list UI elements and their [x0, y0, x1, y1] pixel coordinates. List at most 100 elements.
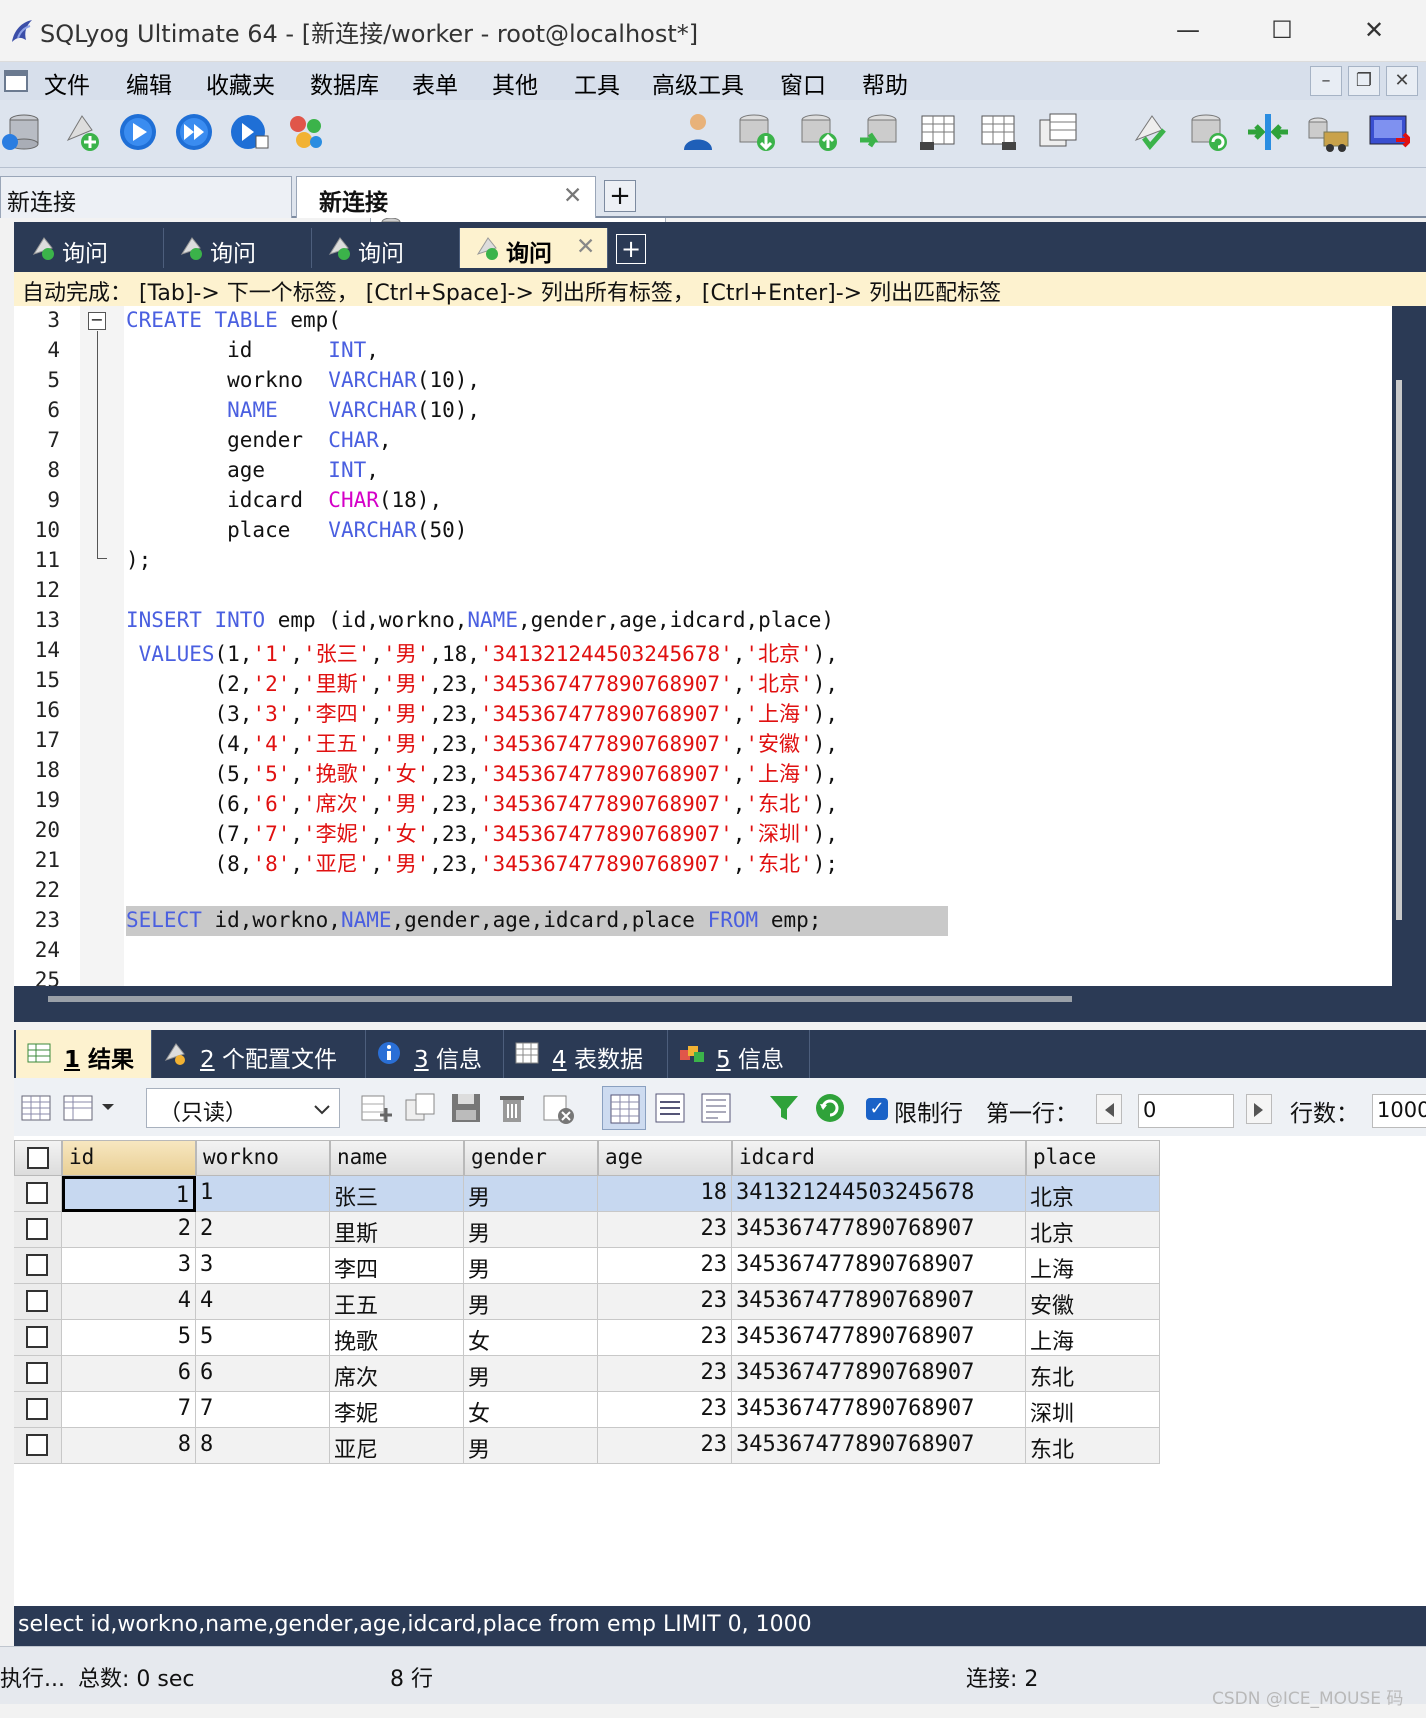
code-line[interactable]: (8,'8','亚尼','男',23,'345367477890768907',…	[126, 848, 838, 878]
menu-edit[interactable]: 编辑	[126, 66, 172, 100]
grid-cell-place[interactable]: 北京	[1026, 1176, 1160, 1212]
grid-cell-gender[interactable]: 男	[464, 1428, 598, 1464]
grid-cell-age[interactable]: 23	[598, 1392, 732, 1428]
grid-cell-name[interactable]: 席次	[330, 1356, 464, 1392]
menu-table[interactable]: 表单	[412, 66, 458, 100]
menu-advanced-tools[interactable]: 高级工具	[652, 66, 744, 100]
grid-cell-place[interactable]: 深圳	[1026, 1392, 1160, 1428]
row-selector[interactable]	[14, 1320, 62, 1356]
code-line[interactable]: CREATE TABLE emp(	[126, 308, 341, 332]
minimize-button[interactable]: —	[1162, 10, 1214, 50]
row-selector[interactable]	[14, 1428, 62, 1464]
result-tab[interactable]: 4 表数据	[504, 1030, 668, 1078]
code-line[interactable]: gender CHAR,	[126, 428, 391, 452]
execute-all-icon[interactable]	[172, 110, 216, 154]
code-line[interactable]: id INT,	[126, 338, 379, 362]
grid-cell-name[interactable]: 亚尼	[330, 1428, 464, 1464]
table-copy-icon[interactable]	[1036, 110, 1080, 154]
grid-cell-workno[interactable]: 7	[196, 1392, 330, 1428]
row-checkbox[interactable]	[26, 1398, 48, 1420]
close-tab-icon[interactable]: ✕	[563, 183, 582, 209]
menu-tools[interactable]: 工具	[574, 66, 620, 100]
row-count-input[interactable]: 1000	[1372, 1094, 1426, 1128]
menu-file[interactable]: 文件	[44, 66, 90, 100]
save-icon[interactable]	[448, 1090, 484, 1126]
grid-cell-gender[interactable]: 男	[464, 1212, 598, 1248]
grid-cell-age[interactable]: 23	[598, 1212, 732, 1248]
menu-help[interactable]: 帮助	[862, 66, 908, 100]
grid-cell-id[interactable]: 4	[62, 1284, 196, 1320]
sync-database-icon[interactable]	[1186, 110, 1230, 154]
grid-cell-gender[interactable]: 男	[464, 1356, 598, 1392]
row-selector[interactable]	[14, 1248, 62, 1284]
grid-cell-place[interactable]: 东北	[1026, 1356, 1160, 1392]
read-only-select[interactable]: （只读）	[146, 1088, 340, 1128]
sql-editor[interactable]: − 3 CREATE TABLE emp(4 id INT, 5 workno VA…	[14, 306, 1392, 986]
grid-cell-gender[interactable]: 男	[464, 1176, 598, 1212]
code-line[interactable]: (3,'3','李四','男',23,'345367477890768907',…	[126, 698, 838, 728]
grid-cell-workno[interactable]: 1	[196, 1176, 330, 1212]
previous-page-button[interactable]	[1096, 1094, 1122, 1124]
grid-cell-workno[interactable]: 3	[196, 1248, 330, 1284]
grid-cell-place[interactable]: 上海	[1026, 1320, 1160, 1356]
form-view-icon[interactable]	[652, 1090, 688, 1126]
code-line[interactable]: SELECT id,workno,NAME,gender,age,idcard,…	[126, 908, 821, 932]
editor-horizontal-scrollbar[interactable]	[48, 996, 1072, 1002]
row-selector[interactable]	[14, 1212, 62, 1248]
select-all-header[interactable]	[14, 1140, 62, 1176]
grid-cell-age[interactable]: 23	[598, 1248, 732, 1284]
grid-cell-idcard[interactable]: 345367477890768907	[732, 1392, 1026, 1428]
data-migration-icon[interactable]	[1306, 110, 1350, 154]
column-header-age[interactable]: age	[598, 1140, 732, 1176]
grid-cell-idcard[interactable]: 345367477890768907	[732, 1248, 1026, 1284]
result-tab-active[interactable]: 1 结果	[16, 1030, 152, 1078]
mdi-close-button[interactable]: ✕	[1386, 66, 1418, 96]
grid-cell-place[interactable]: 上海	[1026, 1248, 1160, 1284]
new-query-tab-button[interactable]: +	[616, 234, 646, 264]
grid-cell-idcard[interactable]: 345367477890768907	[732, 1212, 1026, 1248]
export-grid-icon[interactable]	[18, 1090, 54, 1126]
connection-tab[interactable]: 新连接	[0, 176, 292, 218]
grid-cell-id[interactable]: 8	[62, 1428, 196, 1464]
grid-cell-id[interactable]: 5	[62, 1320, 196, 1356]
code-line[interactable]: idcard CHAR(18),	[126, 488, 442, 512]
duplicate-row-icon[interactable]	[402, 1090, 438, 1126]
grid-cell-place[interactable]: 东北	[1026, 1428, 1160, 1464]
grid-cell-gender[interactable]: 男	[464, 1248, 598, 1284]
grid-cell-age[interactable]: 18	[598, 1176, 732, 1212]
query-tab-active[interactable]: 询问 ✕	[460, 228, 608, 268]
connect-icon[interactable]	[0, 110, 44, 154]
execute-query-icon[interactable]	[116, 110, 160, 154]
code-line[interactable]: NAME VARCHAR(10),	[126, 398, 480, 422]
column-header-place[interactable]: place	[1026, 1140, 1160, 1176]
grid-cell-id[interactable]: 2	[62, 1212, 196, 1248]
grid-cell-gender[interactable]: 男	[464, 1284, 598, 1320]
grid-cell-workno[interactable]: 6	[196, 1356, 330, 1392]
grid-cell-idcard[interactable]: 345367477890768907	[732, 1284, 1026, 1320]
cancel-changes-icon[interactable]	[540, 1090, 576, 1126]
row-checkbox[interactable]	[26, 1254, 48, 1276]
code-line[interactable]: (6,'6','席次','男',23,'345367477890768907',…	[126, 788, 838, 818]
row-checkbox[interactable]	[26, 1182, 48, 1204]
row-selector[interactable]	[14, 1176, 62, 1212]
user-manager-icon[interactable]	[676, 110, 720, 154]
copy-grid-dropdown-icon[interactable]	[62, 1090, 118, 1126]
code-line[interactable]: (7,'7','李妮','女',23,'345367477890768907',…	[126, 818, 838, 848]
result-tab[interactable]: 5 信息	[668, 1030, 810, 1078]
grid-cell-idcard[interactable]: 345367477890768907	[732, 1356, 1026, 1392]
new-connection-tab-button[interactable]: +	[604, 180, 636, 212]
grid-cell-id[interactable]: 3	[62, 1248, 196, 1284]
close-tab-icon[interactable]: ✕	[576, 234, 595, 260]
grid-view-toggle[interactable]	[602, 1086, 646, 1130]
delete-icon[interactable]	[494, 1090, 530, 1126]
grid-cell-workno[interactable]: 2	[196, 1212, 330, 1248]
query-tab[interactable]: 询问	[312, 228, 460, 268]
grid-cell-idcard[interactable]: 345367477890768907	[732, 1428, 1026, 1464]
grid-cell-age[interactable]: 23	[598, 1428, 732, 1464]
limit-rows-checkbox[interactable]: ✓	[866, 1098, 888, 1120]
code-line[interactable]: (5,'5','挽歌','女',23,'345367477890768907',…	[126, 758, 838, 788]
refresh-icon[interactable]	[812, 1090, 848, 1126]
maximize-button[interactable]: ☐	[1256, 10, 1308, 50]
first-row-input[interactable]: 0	[1138, 1094, 1234, 1128]
code-line[interactable]: );	[126, 548, 151, 572]
